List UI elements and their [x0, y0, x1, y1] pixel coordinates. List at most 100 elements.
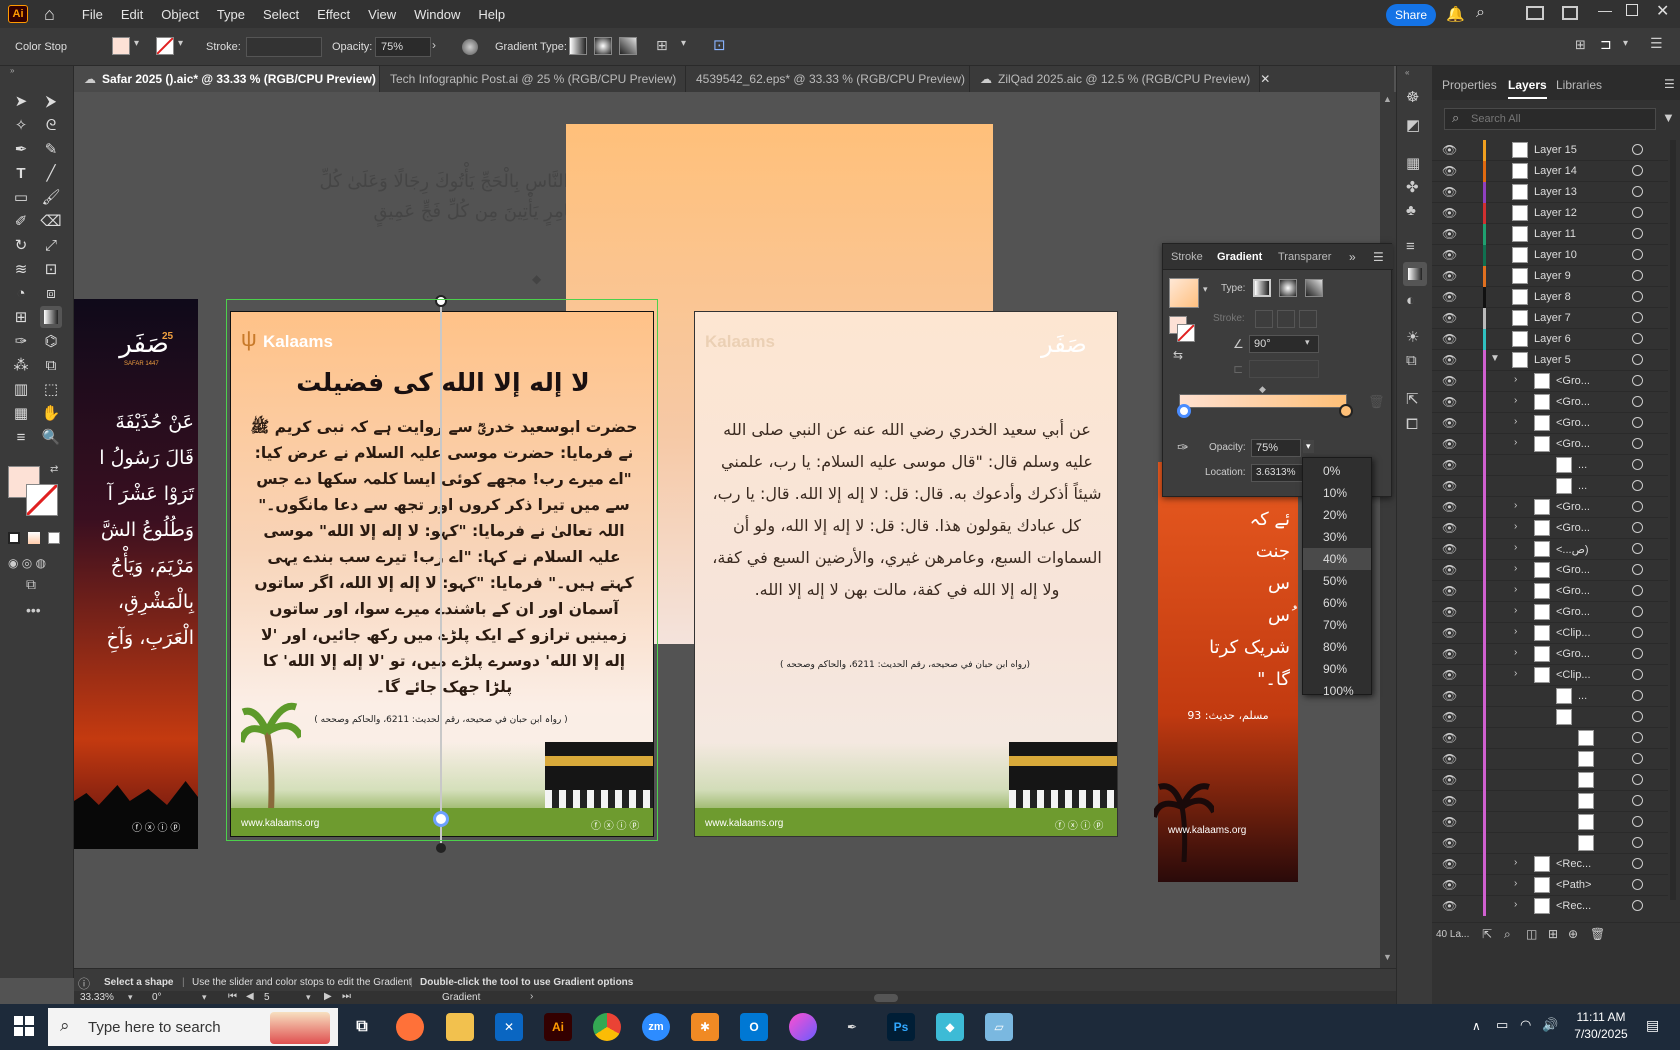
opacity-field[interactable]: 75% [1251, 439, 1301, 457]
opacity-option[interactable]: 40% [1303, 548, 1371, 570]
menu-type[interactable]: Type [208, 7, 254, 22]
target-circle-icon[interactable] [1632, 543, 1643, 554]
visibility-eye-icon[interactable]: 👁 [1442, 584, 1457, 598]
target-circle-icon[interactable] [1632, 501, 1643, 512]
artboard-second[interactable]: Kalaams صَفَر عن أبي سعيد الخدري رضي الل… [694, 311, 1118, 837]
expand-arrow-icon[interactable]: › [1514, 857, 1517, 868]
type-tool-icon[interactable]: T [10, 162, 32, 184]
windows-start-icon[interactable] [14, 1016, 34, 1036]
close-tab-icon[interactable]: ✕ [1260, 72, 1270, 86]
stroke-indicator[interactable] [1177, 324, 1195, 342]
opacity-option[interactable]: 90% [1303, 658, 1371, 680]
visibility-eye-icon[interactable]: 👁 [1442, 794, 1457, 808]
layer-row[interactable]: 👁 [1432, 728, 1668, 749]
freeform-type-icon[interactable] [1305, 279, 1323, 297]
expand-arrow-icon[interactable]: › [1514, 395, 1517, 406]
visibility-eye-icon[interactable]: 👁 [1442, 899, 1457, 913]
radial-type-icon[interactable] [1279, 279, 1297, 297]
firefox-icon[interactable] [396, 1013, 424, 1041]
color-mode-icon[interactable] [8, 532, 20, 544]
tab-layers[interactable]: Layers [1508, 78, 1547, 99]
layer-row[interactable]: 👁 [1432, 770, 1668, 791]
hand-tool-icon[interactable]: ✋ [40, 402, 62, 424]
chevron-down-icon[interactable]: ▾ [1303, 440, 1314, 453]
opacity-option[interactable]: 70% [1303, 614, 1371, 636]
wifi-icon[interactable]: ◠ [1520, 1017, 1531, 1033]
visibility-eye-icon[interactable]: 👁 [1442, 164, 1457, 178]
visibility-eye-icon[interactable]: 👁 [1442, 458, 1457, 472]
expand-arrow-icon[interactable]: ▼ [1490, 353, 1500, 364]
expand-arrow-icon[interactable]: › [1514, 647, 1517, 658]
symbols-panel-icon[interactable]: ♣ [1406, 202, 1416, 219]
layer-row[interactable]: 👁 [1432, 749, 1668, 770]
visibility-eye-icon[interactable]: 👁 [1442, 185, 1457, 199]
more-tools-icon[interactable]: ••• [26, 602, 41, 618]
width-tool-icon[interactable]: ≡ [10, 426, 32, 448]
visibility-eye-icon[interactable]: 👁 [1442, 248, 1457, 262]
photoshop-icon[interactable]: Ps [887, 1013, 915, 1041]
layer-row[interactable]: 👁 [1432, 791, 1668, 812]
expand-arrow-icon[interactable]: › [1514, 416, 1517, 427]
chevron-right-icon[interactable]: › [530, 991, 533, 1002]
network-icon[interactable]: ▭ [1496, 1017, 1508, 1033]
graph-tool-icon[interactable]: ▥ [10, 378, 32, 400]
tab-gradient[interactable]: Gradient [1217, 251, 1262, 263]
location-field[interactable]: 3.6313% [1251, 464, 1309, 482]
target-circle-icon[interactable] [1632, 900, 1643, 911]
clock[interactable]: 11:11 AM 7/30/2025 [1568, 1010, 1634, 1041]
visibility-eye-icon[interactable]: 👁 [1442, 689, 1457, 703]
vertical-scrollbar[interactable]: ▲ ▼ [1380, 92, 1396, 968]
slice-tool-icon[interactable]: ⬚ [40, 378, 62, 400]
layer-row[interactable]: 👁 › <Gro... [1432, 602, 1668, 623]
live-paint-tool-icon[interactable]: ⧈ [40, 282, 62, 304]
horizontal-scroll-thumb[interactable] [874, 994, 898, 1002]
swap-icon[interactable]: ⇄ [50, 464, 58, 475]
visibility-eye-icon[interactable]: 👁 [1442, 290, 1457, 304]
scroll-down-icon[interactable]: ▼ [1383, 952, 1392, 962]
target-circle-icon[interactable] [1632, 879, 1643, 890]
stroke-weight-field[interactable] [246, 37, 322, 57]
creative-cloud-icon[interactable] [789, 1013, 817, 1041]
appearance-panel-icon[interactable]: ☸ [1406, 88, 1419, 106]
visibility-eye-icon[interactable]: 👁 [1442, 500, 1457, 514]
layer-row[interactable]: 👁 Layer 13 [1432, 182, 1668, 203]
layer-row[interactable]: 👁 Layer 14 [1432, 161, 1668, 182]
layer-row[interactable]: 👁 [1432, 707, 1668, 728]
tab-transparency[interactable]: Transparer [1278, 251, 1331, 263]
target-circle-icon[interactable] [1632, 417, 1643, 428]
visibility-eye-icon[interactable]: 👁 [1442, 143, 1457, 157]
tab-tech-infographic[interactable]: Tech Infographic Post.ai @ 25 % (RGB/CPU… [380, 66, 696, 92]
expand-arrow-icon[interactable]: › [1514, 500, 1517, 511]
target-circle-icon[interactable] [1632, 690, 1643, 701]
new-layer-icon[interactable]: ⊕ [1568, 927, 1578, 941]
layer-row[interactable]: 👁 [1432, 833, 1668, 854]
layer-row[interactable]: 👁 › <Rec... [1432, 854, 1668, 875]
tab-4539542[interactable]: 4539542_62.eps* @ 33.33 % (RGB/CPU Previ… [686, 66, 985, 92]
zoom-tool-icon[interactable]: 🔍 [40, 426, 62, 448]
next-artboard-icon[interactable]: ▶ [324, 991, 332, 1002]
visibility-eye-icon[interactable]: 👁 [1442, 332, 1457, 346]
brushes-panel-icon[interactable]: ✤ [1406, 178, 1419, 196]
expand-arrow-icon[interactable]: › [1514, 626, 1517, 637]
stroke-along-icon[interactable] [1277, 310, 1295, 328]
layer-row[interactable]: 👁 › <Clip... [1432, 665, 1668, 686]
fill-swatch[interactable] [112, 37, 130, 55]
layers-panel-icon[interactable]: ⧉ [1406, 352, 1417, 369]
layer-row[interactable]: 👁... [1432, 686, 1668, 707]
lasso-tool-icon[interactable]: ᘓ [40, 114, 62, 136]
expand-icon[interactable]: » [1349, 250, 1356, 264]
chevron-down-icon[interactable]: ▾ [1203, 284, 1208, 295]
collapse-icon[interactable]: « [1405, 68, 1409, 77]
target-circle-icon[interactable] [1632, 165, 1643, 176]
target-circle-icon[interactable] [1632, 795, 1643, 806]
gradient-tool-icon[interactable] [40, 306, 62, 328]
prev-artboard-icon[interactable]: ◀ [246, 991, 254, 1002]
target-circle-icon[interactable] [1632, 207, 1643, 218]
layer-row[interactable]: 👁 [1432, 812, 1668, 833]
visibility-eye-icon[interactable]: 👁 [1442, 731, 1457, 745]
visibility-eye-icon[interactable]: 👁 [1442, 668, 1457, 682]
artboard-tool-icon[interactable]: ⧉ [40, 354, 62, 376]
target-circle-icon[interactable] [1632, 186, 1643, 197]
target-circle-icon[interactable] [1632, 312, 1643, 323]
locate-object-icon[interactable]: ⌕ [1504, 927, 1511, 942]
